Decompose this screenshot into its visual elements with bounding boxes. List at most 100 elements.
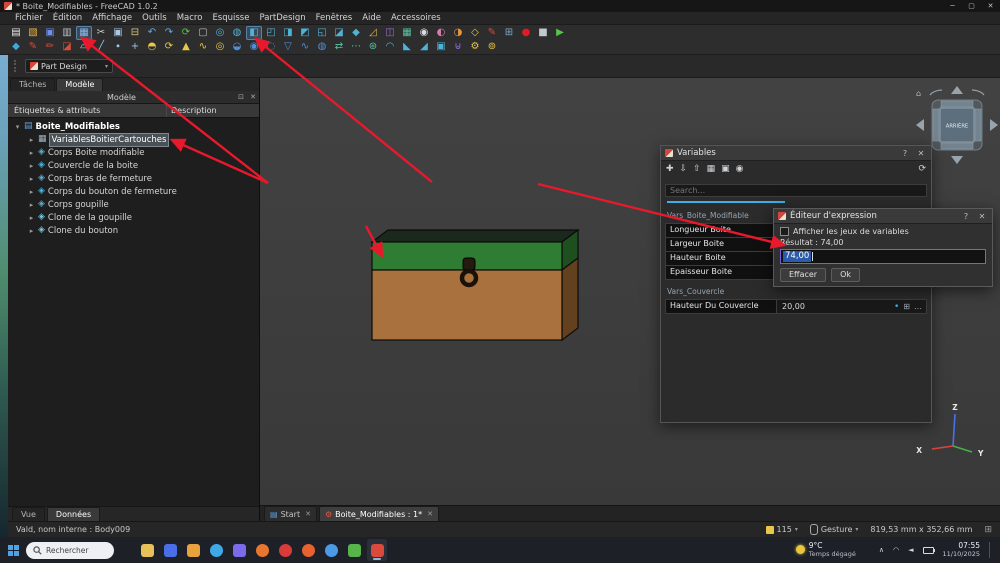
- show-varsets-checkbox[interactable]: [780, 227, 789, 236]
- doc-tab-start[interactable]: ▤ Start ✕: [264, 506, 317, 521]
- view-right-icon[interactable]: ◨: [280, 26, 296, 40]
- expander-icon[interactable]: ▸: [28, 149, 35, 157]
- menu-esquisse[interactable]: Esquisse: [207, 12, 254, 25]
- tree-item-couvercle-de-la-boite[interactable]: ▸ ◈ Couvercle de la boite: [8, 159, 259, 172]
- view-bottom-icon[interactable]: ◱: [314, 26, 330, 40]
- workbench-selector[interactable]: Part Design ▾: [25, 59, 113, 73]
- nav-cube-edge-left[interactable]: [933, 109, 939, 141]
- expander-icon[interactable]: ▸: [28, 136, 35, 144]
- linear-pattern-icon[interactable]: ⋯: [348, 40, 364, 54]
- tree-item-variablesboitiercartouches[interactable]: ▸ ▦ VariablesBoitierCartouches: [8, 133, 259, 146]
- tree-item-clone-du-bouton[interactable]: ▸ ◈ Clone du bouton: [8, 224, 259, 237]
- show-hidden-icon[interactable]: ◉: [736, 164, 744, 174]
- variables-search-input[interactable]: [665, 184, 927, 197]
- move-up-icon[interactable]: ⇧: [693, 164, 701, 174]
- sprocket-icon[interactable]: ⚙: [467, 40, 483, 54]
- paste-icon[interactable]: ⊟: [127, 26, 143, 40]
- discord-icon[interactable]: [229, 539, 249, 561]
- additive-helix-icon[interactable]: ◎: [212, 40, 228, 54]
- nav-cube-edge-bottom[interactable]: [941, 143, 973, 149]
- brave-icon[interactable]: [298, 539, 318, 561]
- refresh-variables-icon[interactable]: ⟳: [918, 164, 926, 174]
- freecad-taskbar-icon[interactable]: [367, 539, 387, 561]
- box-selection-icon[interactable]: ▢: [195, 26, 211, 40]
- tree-item-corps-du-bouton-de-fermeture[interactable]: ▸ ◈ Corps du bouton de fermeture: [8, 185, 259, 198]
- expander-icon[interactable]: ▸: [28, 227, 35, 235]
- subtractive-pipe-icon[interactable]: ∿: [297, 40, 313, 54]
- draw-style-icon[interactable]: ◍: [229, 26, 245, 40]
- local-coords-icon[interactable]: +: [127, 40, 143, 54]
- close-icon[interactable]: ✕: [427, 510, 433, 518]
- pocket-icon[interactable]: ◒: [229, 40, 245, 54]
- view-top-icon[interactable]: ◰: [263, 26, 279, 40]
- grid-icon[interactable]: ⊞: [903, 302, 910, 311]
- pad-icon[interactable]: ◓: [144, 40, 160, 54]
- expression-input[interactable]: 74,00: [780, 249, 986, 264]
- tree-item-corps-goupille[interactable]: ▸ ◈ Corps goupille: [8, 198, 259, 211]
- groove-icon[interactable]: ◌: [263, 40, 279, 54]
- tree-item-clone-de-la-goupille[interactable]: ▸ ◈ Clone de la goupille: [8, 211, 259, 224]
- copy-values-icon[interactable]: ▣: [721, 164, 730, 174]
- panel-tab-donnees[interactable]: Données: [47, 507, 100, 521]
- scale-indicator[interactable]: 115 ▾: [766, 525, 798, 534]
- more-button[interactable]: …: [914, 302, 922, 311]
- taskbar-search[interactable]: Rechercher: [26, 542, 114, 559]
- variable-name-cell[interactable]: Hauteur Boite: [665, 251, 777, 266]
- ok-button[interactable]: Ok: [831, 268, 860, 282]
- close-icon[interactable]: ✕: [915, 149, 927, 158]
- refresh-icon[interactable]: ⟳: [178, 26, 194, 40]
- nav-cube-edge-right[interactable]: [975, 109, 981, 141]
- new-document-icon[interactable]: ▤: [8, 26, 24, 40]
- edge-icon[interactable]: [206, 539, 226, 561]
- start-button[interactable]: [8, 545, 19, 556]
- box-top-face[interactable]: [372, 230, 578, 242]
- panel-tab-modele[interactable]: Modèle: [56, 78, 103, 91]
- menu-fichier[interactable]: Fichier: [10, 12, 48, 25]
- mirrored-icon[interactable]: ⇄: [331, 40, 347, 54]
- view-front-icon[interactable]: ◧: [246, 26, 262, 40]
- create-varset-icon[interactable]: ▦: [76, 26, 92, 40]
- panel-tab-taches[interactable]: Tâches: [10, 78, 55, 91]
- nav-rotate-ccw-icon[interactable]: [930, 90, 942, 95]
- add-variable-icon[interactable]: ✚: [666, 164, 674, 174]
- boolean-icon[interactable]: ⊎: [450, 40, 466, 54]
- nav-cube-edge-top[interactable]: [941, 101, 973, 107]
- expander-icon[interactable]: ▸: [28, 175, 35, 183]
- body-side-face[interactable]: [562, 258, 578, 340]
- dock-float-button[interactable]: ⊡: [235, 93, 247, 101]
- battery-icon[interactable]: [923, 547, 934, 554]
- expander-icon[interactable]: ▸: [28, 201, 35, 209]
- appearance-icon[interactable]: ◐: [433, 26, 449, 40]
- chrome-icon[interactable]: [321, 539, 341, 561]
- tree-item-corps-bras-de-fermeture[interactable]: ▸ ◈ Corps bras de fermeture: [8, 172, 259, 185]
- variable-value[interactable]: 20,00: [782, 302, 890, 311]
- macro-stop-icon[interactable]: ■: [535, 26, 551, 40]
- macro-record-icon[interactable]: ●: [518, 26, 534, 40]
- menu-affichage[interactable]: Affichage: [87, 12, 137, 25]
- nav-cube-face-label[interactable]: ARRIÈRE: [946, 122, 968, 130]
- toggle-visibility-icon[interactable]: ◉: [416, 26, 432, 40]
- menu-edition[interactable]: Édition: [48, 12, 87, 25]
- tree-root-boite-modifiables[interactable]: ▾ ▤ Boite_Modifiables: [8, 120, 259, 133]
- chamfer-icon[interactable]: ◣: [399, 40, 415, 54]
- maximize-button[interactable]: ▢: [962, 0, 981, 12]
- variable-name-cell[interactable]: Epaisseur Boite: [665, 265, 777, 280]
- open-document-icon[interactable]: ▧: [25, 26, 41, 40]
- toolbar-grip[interactable]: [14, 60, 19, 72]
- expander-icon[interactable]: ▸: [28, 188, 35, 196]
- menu-fenetres[interactable]: Fenêtres: [311, 12, 358, 25]
- dock-close-button[interactable]: ✕: [247, 93, 259, 101]
- variable-name-cell[interactable]: Hauteur Du Couvercle: [665, 299, 777, 314]
- wifi-icon[interactable]: ◠: [893, 546, 899, 554]
- nav-arrow-down-icon[interactable]: [951, 156, 963, 164]
- close-button[interactable]: ✕: [981, 0, 1000, 12]
- variable-name-cell[interactable]: Longueur Boite: [665, 223, 777, 238]
- menu-partdesign[interactable]: PartDesign: [254, 12, 310, 25]
- view-left-icon[interactable]: ◪: [331, 26, 347, 40]
- firefox-icon[interactable]: [252, 539, 272, 561]
- nav-arrow-left-icon[interactable]: [916, 119, 924, 131]
- expander-icon[interactable]: ▸: [28, 214, 35, 222]
- create-sketch-icon[interactable]: ✎: [25, 40, 41, 54]
- panel-tab-vue[interactable]: Vue: [12, 507, 45, 521]
- datum-line-icon[interactable]: ╱: [93, 40, 109, 54]
